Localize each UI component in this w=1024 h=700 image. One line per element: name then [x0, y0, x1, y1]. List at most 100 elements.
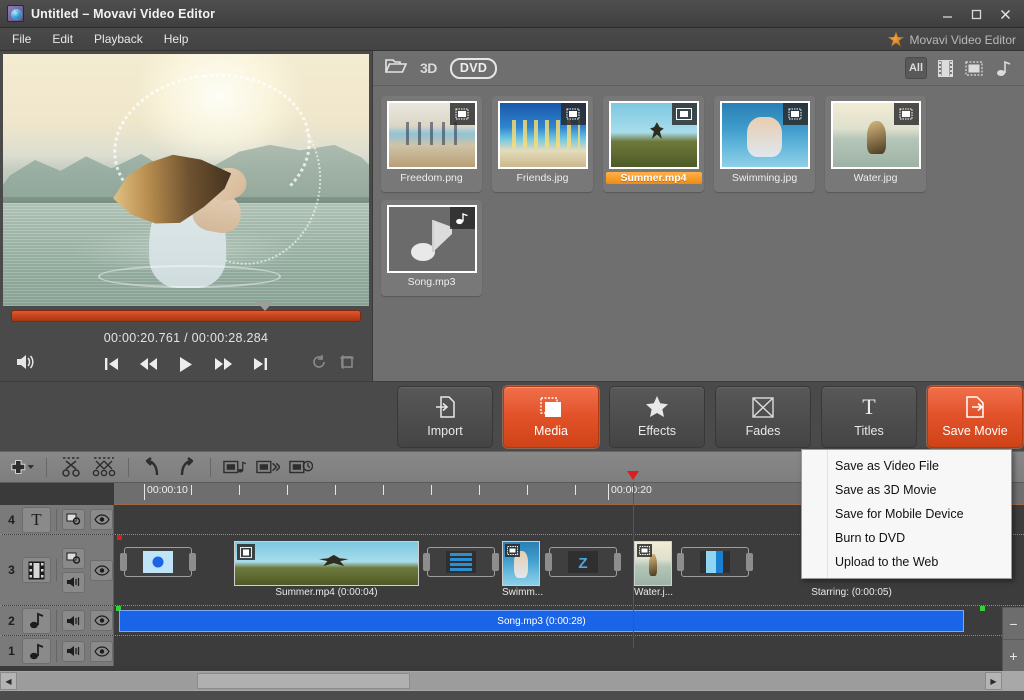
seek-handle[interactable] [257, 302, 274, 311]
audio-clip[interactable]: Song.mp3 (0:00:28) [119, 610, 964, 632]
crop-button[interactable] [339, 354, 355, 375]
fast-forward-button[interactable] [214, 357, 233, 371]
menu-playback[interactable]: Playback [85, 29, 152, 49]
import-button[interactable]: Import [397, 385, 493, 448]
play-button[interactable] [178, 356, 194, 373]
track-number: 3 [8, 563, 15, 577]
btn-dvd[interactable]: DVD [449, 57, 498, 79]
menu-edit[interactable]: Edit [43, 29, 82, 49]
rewind-button[interactable] [139, 357, 158, 371]
zoom-out-button[interactable]: − [1003, 607, 1024, 639]
lock-icon[interactable] [62, 509, 85, 530]
undo-button[interactable] [141, 455, 165, 479]
add-media-button[interactable] [10, 455, 34, 479]
media-item[interactable]: Summer.mp4 [603, 96, 704, 192]
titles-label: Titles [854, 424, 884, 438]
btn-3d[interactable]: 3D [420, 60, 437, 76]
menu-upload-to-the-web[interactable]: Upload to the Web [802, 550, 1011, 574]
track-2-body[interactable]: Song.mp3 (0:00:28) [114, 606, 1024, 635]
speaker-icon[interactable] [62, 571, 85, 593]
clip-transition[interactable] [120, 547, 196, 577]
clip-speed-button[interactable] [256, 455, 280, 479]
multi-split-button[interactable] [92, 455, 116, 479]
menu-bar: File Edit Playback Help Movavi Video Edi… [0, 28, 1024, 51]
speaker-icon[interactable] [62, 640, 85, 662]
playhead[interactable] [627, 471, 639, 648]
volume-icon[interactable] [15, 353, 37, 376]
menu-save-for-mobile-device[interactable]: Save for Mobile Device [802, 502, 1011, 526]
eye-icon[interactable] [90, 640, 113, 662]
scroll-thumb[interactable] [197, 673, 410, 689]
filter-all-button[interactable]: All [905, 57, 927, 79]
playhead-handle[interactable] [627, 471, 639, 480]
filter-photo-button[interactable] [963, 57, 985, 79]
window-controls [933, 0, 1020, 28]
split-button[interactable] [59, 455, 83, 479]
media-thumbnail [497, 101, 588, 169]
menu-help[interactable]: Help [155, 29, 198, 49]
skip-end-button[interactable] [253, 357, 268, 371]
redo-button[interactable] [174, 455, 198, 479]
time-display: 00:00:20.761 / 00:00:28.284 [3, 326, 369, 347]
save-movie-button[interactable]: Save Movie [927, 385, 1023, 448]
media-item-label: Summer.mp4 [605, 172, 702, 184]
menu-burn-to-dvd[interactable]: Burn to DVD [802, 526, 1011, 550]
scroll-left-button[interactable]: ◀ [0, 672, 17, 690]
track-header-2[interactable]: 2 [0, 606, 114, 635]
total-time: 00:00:28.284 [191, 331, 269, 345]
skip-start-button[interactable] [104, 357, 119, 371]
film-strip-icon [22, 557, 51, 583]
lock-icon[interactable] [62, 547, 85, 569]
track-header-1[interactable]: 1 [0, 636, 114, 666]
menu-save-as-video-file[interactable]: Save as Video File [802, 454, 1011, 478]
filter-audio-button[interactable] [992, 57, 1014, 79]
close-button[interactable] [991, 3, 1020, 25]
eye-icon[interactable] [90, 559, 113, 581]
track-header-3[interactable]: 3 [0, 535, 114, 605]
timeline-clip[interactable]: Swimm... [502, 541, 543, 598]
minimize-button[interactable] [933, 3, 962, 25]
timeline-clip[interactable]: Water.j... [634, 541, 673, 598]
titles-button[interactable]: T Titles [821, 385, 917, 448]
eye-icon[interactable] [90, 509, 113, 530]
eye-icon[interactable] [90, 610, 113, 631]
speaker-icon[interactable] [62, 610, 85, 631]
filter-video-button[interactable] [934, 57, 956, 79]
track-number: 4 [8, 512, 15, 527]
track-1-body[interactable] [114, 636, 1024, 666]
clip-audio-button[interactable] [223, 455, 247, 479]
media-item[interactable]: Water.jpg [825, 96, 926, 192]
clip-duration-button[interactable] [289, 455, 313, 479]
track-header-4[interactable]: 4 T [0, 505, 114, 534]
fades-button[interactable]: Fades [715, 385, 811, 448]
seek-track[interactable] [11, 302, 361, 322]
clip-transition[interactable] [423, 547, 499, 577]
photo-frame-icon [560, 103, 586, 125]
open-folder-icon[interactable] [384, 57, 408, 80]
maximize-button[interactable] [962, 3, 991, 25]
window-title: Untitled – Movavi Video Editor [31, 6, 216, 21]
clip-transition[interactable]: Z [545, 547, 621, 577]
zoom-in-button[interactable]: + [1003, 639, 1024, 671]
effects-button[interactable]: Effects [609, 385, 705, 448]
track-row: 2 Song.mp3 (0:00:28) [0, 606, 1024, 636]
timeline-clip[interactable]: Summer.mp4 (0:00:04) [234, 541, 419, 598]
main-toolbar: Import Media Effects Fades T Titles Save… [0, 381, 1024, 451]
rotate-button[interactable] [311, 354, 327, 375]
track-number: 1 [8, 644, 15, 658]
media-panel: 3D DVD All Freedom.png Friends.jpg Summe… [373, 51, 1024, 381]
media-item[interactable]: Song.mp3 [381, 200, 482, 296]
media-item[interactable]: Friends.jpg [492, 96, 593, 192]
media-item[interactable]: Swimming.jpg [714, 96, 815, 192]
clip-label: Summer.mp4 (0:00:04) [275, 587, 378, 598]
preview-screen[interactable] [3, 53, 369, 306]
media-item[interactable]: Freedom.png [381, 96, 482, 192]
scroll-right-button[interactable]: ▶ [985, 672, 1002, 690]
menu-file[interactable]: File [3, 29, 40, 49]
menu-save-as-3d-movie[interactable]: Save as 3D Movie [802, 478, 1011, 502]
scroll-track[interactable] [17, 672, 985, 690]
current-time: 00:00:20.761 [103, 331, 181, 345]
media-item-label: Freedom.png [400, 172, 463, 184]
media-button[interactable]: Media [503, 385, 599, 448]
seek-bar[interactable] [3, 302, 369, 326]
